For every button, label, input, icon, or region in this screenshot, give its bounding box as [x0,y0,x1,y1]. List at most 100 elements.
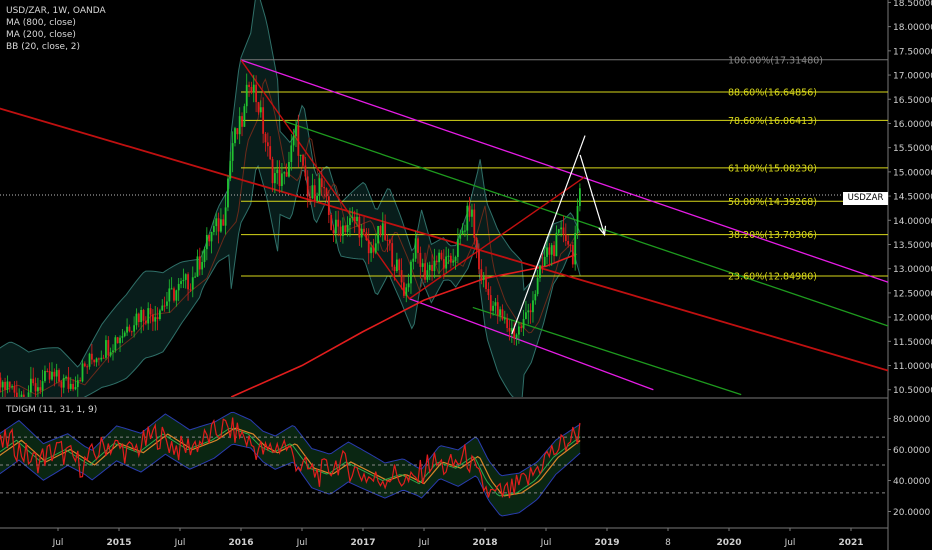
candle-body [323,187,326,189]
candle-body [227,178,229,208]
candle-body [126,326,128,333]
candle-body [440,252,443,260]
candle-body [119,337,121,344]
indicator-tick-label: 20.0000 [893,508,930,518]
candle-body [384,223,387,240]
candle-body [574,233,577,265]
candle-body [142,309,145,321]
candle-body [283,172,286,174]
candle-body [412,258,415,262]
candle-body [536,277,539,295]
candle-body [290,145,293,162]
candle-body [564,234,567,242]
candle-body [198,256,201,270]
time-tick-label: Jul [296,538,308,548]
candle-body [39,387,42,391]
candle-body [205,234,208,250]
time-tick-label: 2021 [838,538,863,548]
candle-body [464,230,466,232]
candle-body [123,332,126,337]
candle-body [461,230,464,234]
candle-body [569,244,572,246]
candle-body [379,225,382,236]
candle-body [487,289,490,296]
candle-body [555,232,558,257]
candle-body [187,274,189,290]
candle-body [22,394,25,397]
candle-body [337,219,340,227]
candle-body [208,234,211,242]
candle-body [48,371,51,380]
price-tick-label: 14.00000 [893,217,932,227]
candle-body [320,178,323,188]
candle-body [46,371,49,373]
candle-body [154,317,157,322]
candle-body [342,225,344,236]
candle-body [15,392,18,397]
price-tick-label: 16.50000 [893,96,932,106]
last-price-value: 14.52180 [845,206,886,216]
time-tick-label: Jul [784,538,796,548]
time-tick-label: 8 [665,538,671,548]
candle-body [534,294,537,301]
candle-body [405,287,408,296]
fib-label: 61.80%(15.08230) [728,163,817,174]
price-tick-label: 15.50000 [893,144,932,154]
time-tick-label: 2017 [350,538,375,548]
candle-body [508,328,511,332]
candle-body [210,232,213,242]
candle-body [44,371,46,382]
candle-body [25,399,27,404]
candle-body [560,227,563,230]
candle-body [388,240,391,244]
candle-body [105,340,107,358]
fib-label: 88.60%(16.64856) [728,88,817,99]
candle-body [501,309,504,320]
candle-body [149,308,152,315]
candle-body [360,228,363,238]
indicator-tick-label: 80.0000 [893,415,930,425]
candle-body [309,196,311,199]
candle-body [215,218,218,227]
candle-body [539,265,541,278]
candle-body [194,276,197,278]
candle-body [480,269,483,281]
candle-body [522,318,525,329]
chart-canvas[interactable]: 100.00%(17.31480) 88.60%(16.64856) 78.60%(… [0,0,932,550]
candle-body [546,247,548,257]
candle-body [543,256,546,266]
fib-label: 50.00%(14.39268) [728,197,817,208]
candle-body [553,245,555,257]
time-tick-label: Jul [540,538,552,548]
candle-body [386,239,389,241]
candle-body [189,289,192,291]
candle-body [238,116,241,135]
candle-body [374,243,377,253]
candle-body [365,232,368,241]
candle-body [114,337,117,351]
candle-body [557,229,560,233]
candle-body [262,107,265,134]
candle-body [381,223,384,236]
candle-body [302,154,304,166]
candle-body [32,378,35,384]
indicator-tick-label: 40.0000 [893,477,930,487]
candle-body [346,224,349,232]
candle-body [116,337,119,344]
candle-body [13,386,16,393]
candle-body [224,207,227,226]
candle-body [29,378,32,393]
legend-indicator: TDIGM (11, 31, 1, 9) [6,405,98,415]
candle-body [410,261,412,284]
candle-body [74,387,77,390]
candle-body [135,313,138,326]
candle-body [51,371,53,380]
candle-body [271,159,274,184]
candle-body [447,255,450,257]
time-tick-label: Jul [418,538,430,548]
candle-body [435,260,438,263]
candle-body [288,161,290,177]
candle-body [217,218,220,232]
legend-bb: BB (20, close, 2) [6,42,81,52]
candle-body [325,188,328,197]
